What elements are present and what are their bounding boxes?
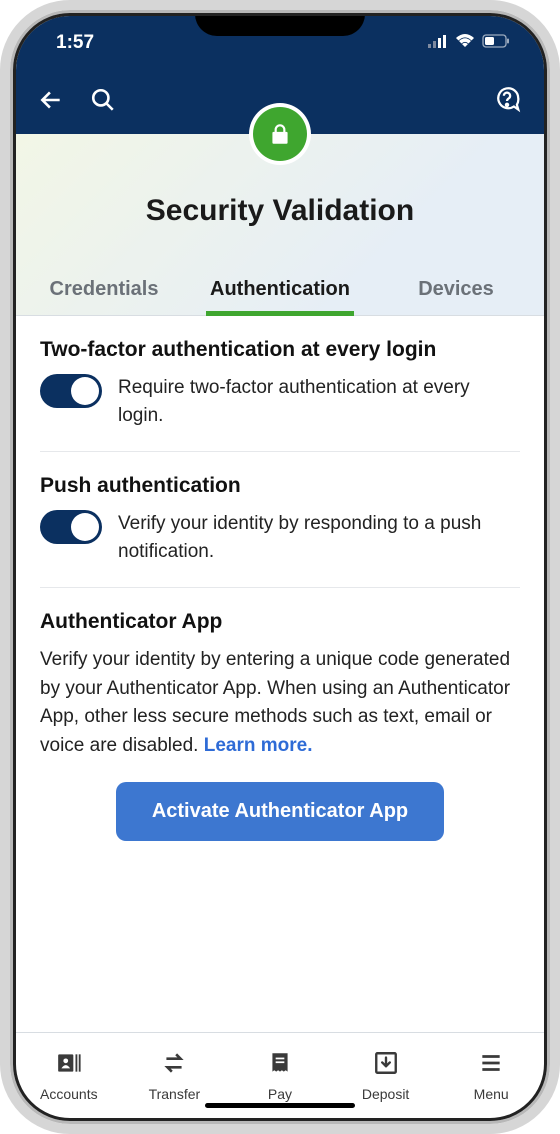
section-two-factor: Two-factor authentication at every login… [40,316,520,452]
push-auth-title: Push authentication [40,474,520,498]
nav-menu-label: Menu [474,1086,509,1102]
push-auth-desc: Verify your identity by responding to a … [118,510,520,565]
nav-deposit-label: Deposit [362,1086,409,1102]
back-icon[interactable] [38,87,64,118]
app-nav-bar [16,70,544,134]
transfer-icon [159,1050,189,1081]
tab-devices[interactable]: Devices [368,262,544,315]
menu-icon [476,1050,506,1081]
activate-authenticator-button[interactable]: Activate Authenticator App [116,782,444,841]
page-title: Security Validation [16,180,544,262]
two-factor-title: Two-factor authentication at every login [40,338,520,362]
nav-pay-label: Pay [268,1086,292,1102]
cellular-icon [428,32,448,54]
nav-accounts[interactable]: Accounts [16,1033,122,1118]
accounts-icon [54,1050,84,1081]
help-icon[interactable] [492,102,522,119]
tab-authentication[interactable]: Authentication [192,262,368,315]
search-icon[interactable] [90,87,116,118]
two-factor-desc: Require two-factor authentication at eve… [118,374,520,429]
push-auth-toggle[interactable] [40,510,102,544]
nav-accounts-label: Accounts [40,1086,98,1102]
learn-more-link[interactable]: Learn more. [204,735,313,756]
section-push-auth: Push authentication Verify your identity… [40,452,520,588]
home-indicator[interactable] [205,1103,355,1108]
tabs: Credentials Authentication Devices [16,262,544,316]
authapp-title: Authenticator App [40,610,520,634]
section-authenticator-app: Authenticator App Verify your identity b… [40,588,520,865]
pay-icon [265,1050,295,1081]
lock-icon [253,107,307,161]
tab-credentials[interactable]: Credentials [16,262,192,315]
status-time: 1:57 [56,32,94,54]
authapp-body: Verify your identity by entering a uniqu… [40,646,520,760]
nav-transfer-label: Transfer [149,1086,201,1102]
battery-icon [482,32,510,54]
wifi-icon [455,32,475,54]
two-factor-toggle[interactable] [40,374,102,408]
nav-menu[interactable]: Menu [438,1033,544,1118]
deposit-icon [371,1050,401,1081]
device-notch [195,0,365,36]
